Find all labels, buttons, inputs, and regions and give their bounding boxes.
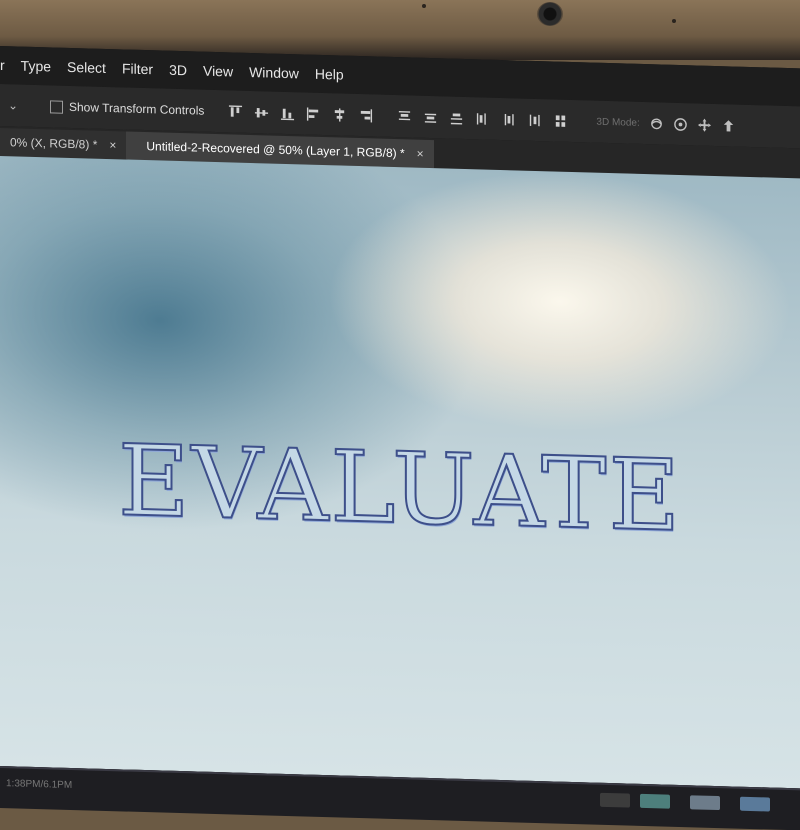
close-icon[interactable]: × (417, 147, 424, 161)
menu-item-3d[interactable]: 3D (161, 61, 195, 79)
chevron-down-icon[interactable]: ⌄ (8, 98, 38, 113)
tab-previous-document[interactable]: 0% (X, RGB/8) * × (0, 128, 127, 160)
distribute-buttons (397, 109, 568, 129)
taskbar-app-icon[interactable] (690, 795, 720, 811)
roll-3d-icon[interactable] (673, 116, 688, 131)
document-canvas[interactable]: EVALUATE (0, 156, 800, 789)
menu-item-type[interactable]: Type (13, 57, 59, 75)
orbit-3d-icon[interactable] (649, 116, 664, 131)
distribute-horizontal-centers-icon[interactable] (501, 112, 516, 127)
show-transform-checkbox[interactable] (50, 99, 63, 114)
distribute-vertical-centers-icon[interactable] (423, 109, 438, 124)
align-horizontal-centers-icon[interactable] (332, 107, 347, 122)
align-left-edges-icon[interactable] (306, 106, 321, 121)
menu-item-window[interactable]: Window (241, 64, 307, 82)
bezel-speck (422, 4, 426, 8)
taskbar-app-icon[interactable] (600, 792, 630, 808)
auto-align-icon[interactable] (553, 113, 568, 128)
status-text: 1:38PM/6.1PM (6, 778, 73, 792)
taskbar-app-icon[interactable] (740, 796, 770, 812)
3d-mode-label: 3D Mode: (596, 116, 640, 129)
align-buttons (228, 104, 373, 123)
close-icon[interactable]: × (109, 138, 116, 152)
menu-item-help[interactable]: Help (307, 66, 352, 83)
taskbar-app-icon[interactable] (640, 793, 670, 809)
pan-3d-icon[interactable] (697, 117, 712, 132)
menu-item-view[interactable]: View (195, 62, 241, 80)
distribute-right-icon[interactable] (527, 112, 542, 127)
tab-label: 0% (X, RGB/8) * (10, 135, 98, 152)
bezel-speck (672, 19, 676, 23)
menu-item-select[interactable]: Select (59, 59, 114, 77)
distribute-bottom-icon[interactable] (449, 110, 464, 125)
align-top-edges-icon[interactable] (228, 104, 243, 119)
menu-item-filter[interactable]: Filter (114, 60, 161, 77)
webcam-icon (537, 2, 563, 26)
canvas-headline-text[interactable]: EVALUATE (0, 421, 800, 557)
monitor-screen: r Type Select Filter 3D View Window Help… (0, 46, 800, 830)
distribute-left-icon[interactable] (475, 111, 490, 126)
menu-item-partial[interactable]: r (0, 57, 13, 73)
align-vertical-centers-icon[interactable] (254, 105, 269, 120)
tab-label: Untitled-2-Recovered @ 50% (Layer 1, RGB… (146, 139, 405, 161)
show-transform-label: Show Transform Controls (69, 99, 205, 118)
slide-3d-icon[interactable] (721, 118, 736, 133)
align-right-edges-icon[interactable] (358, 108, 373, 123)
align-bottom-edges-icon[interactable] (280, 105, 295, 120)
distribute-top-icon[interactable] (397, 109, 412, 124)
